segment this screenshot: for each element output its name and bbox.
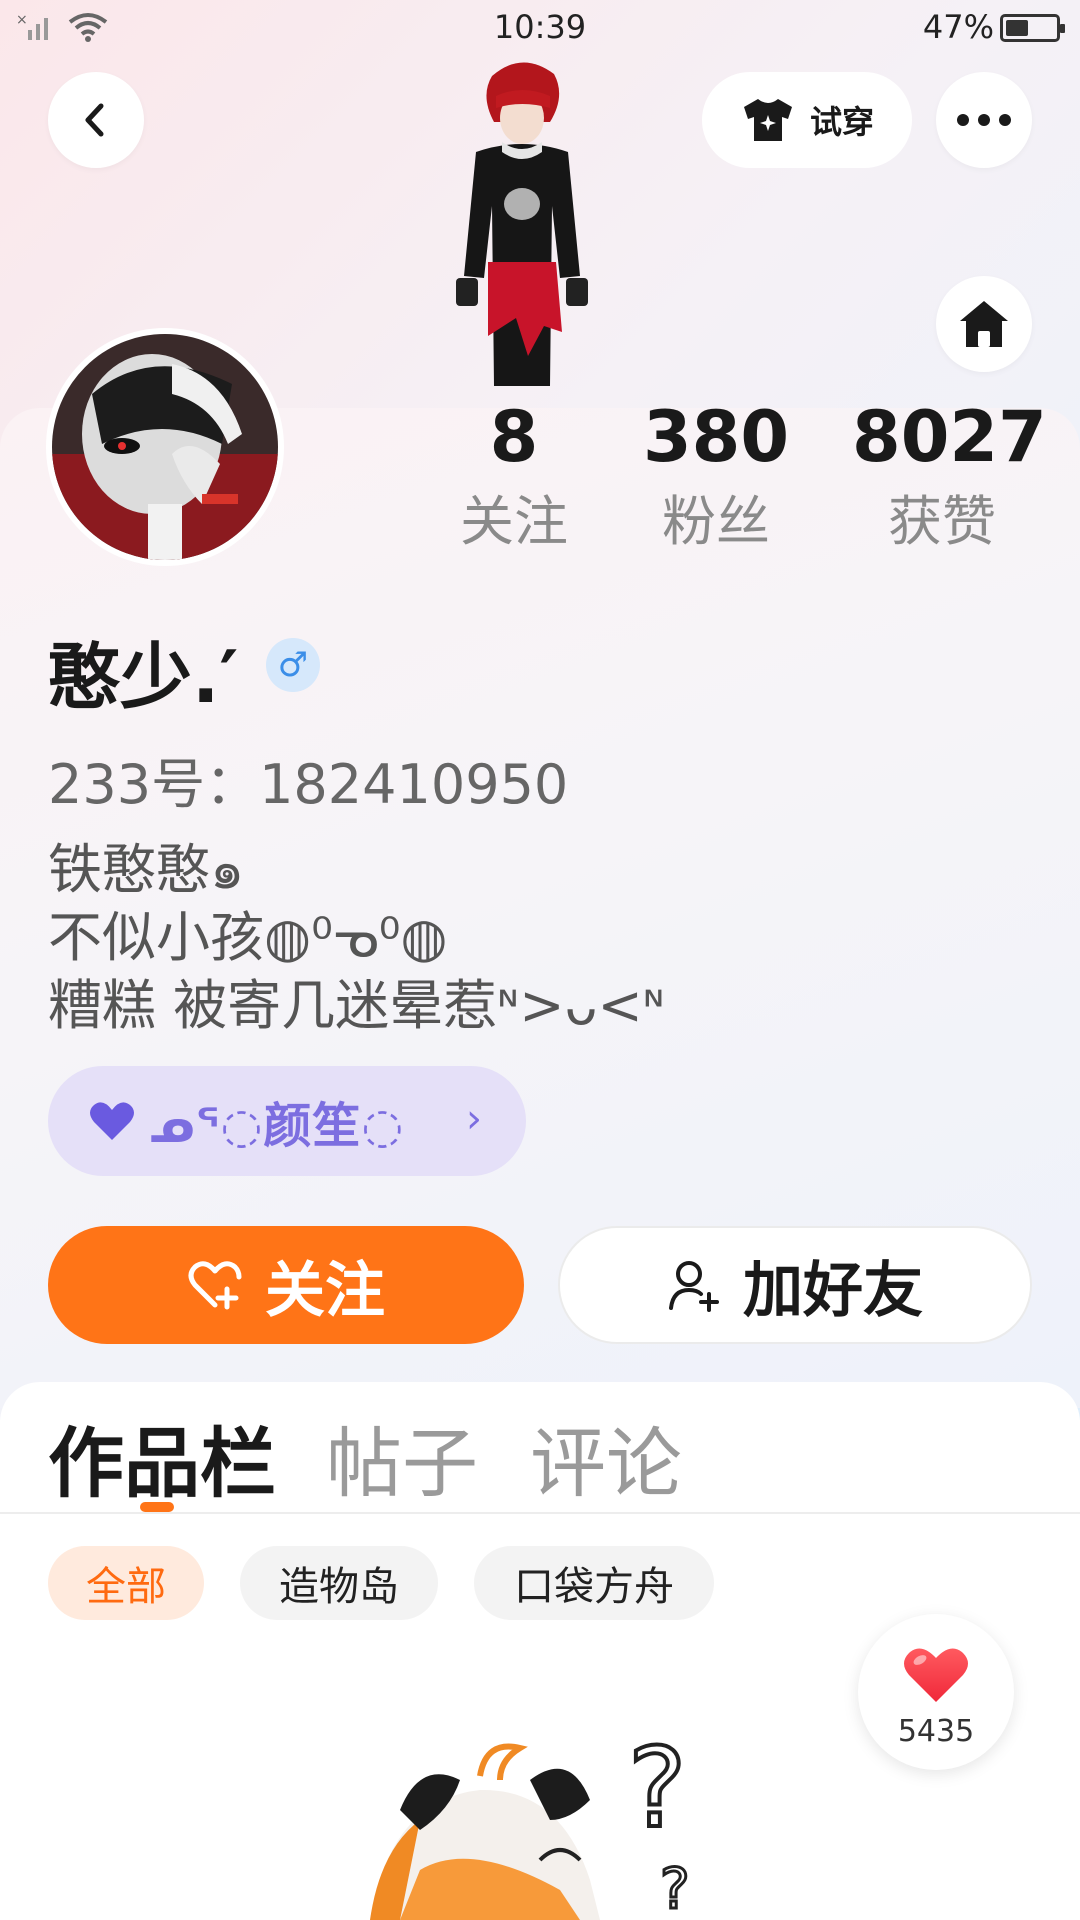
bio-line: 不似小孩◍⁰ᓀ⁰◍	[48, 906, 448, 969]
tab-works[interactable]: 作品栏	[48, 1402, 276, 1512]
male-icon: ♂	[277, 645, 309, 685]
followers-label: 粉丝	[662, 490, 770, 553]
tab-posts[interactable]: 帖子	[326, 1402, 478, 1512]
bio-line: 铁憨憨๑	[48, 838, 245, 901]
battery-icon	[1000, 14, 1065, 42]
heart-icon	[90, 1102, 134, 1140]
bio-line: 糟糕 被寄几迷晕惹ᶰ>ᴗ<ᶰ	[48, 974, 665, 1037]
badge-text: ᓄᕐ◌颜笙◌	[150, 1098, 405, 1154]
add-friend-label: 加好友	[743, 1255, 923, 1326]
filter-all[interactable]: 全部	[48, 1546, 204, 1620]
svg-text:?: ?	[660, 1857, 690, 1920]
status-bar: × 10:39 47%	[0, 0, 1080, 56]
gender-badge: ♂	[266, 638, 320, 692]
heart-plus-icon	[188, 1261, 242, 1310]
filter-pocket-ark[interactable]: 口袋方舟	[474, 1546, 714, 1620]
try-on-button[interactable]: 试穿	[702, 72, 912, 168]
add-user-icon	[669, 1261, 719, 1312]
divider	[0, 1512, 1080, 1514]
relationship-badge[interactable]: ᓄᕐ◌颜笙◌ ›	[48, 1066, 526, 1176]
more-dots-icon	[957, 114, 1011, 126]
chevron-left-icon	[85, 103, 104, 137]
tshirt-icon	[743, 99, 792, 141]
avatar[interactable]	[46, 328, 284, 566]
status-time: 10:39	[493, 8, 587, 46]
stat-followers[interactable]: 380 粉丝	[626, 392, 806, 562]
home-icon	[960, 301, 1008, 347]
home-button[interactable]	[936, 276, 1032, 372]
add-friend-button[interactable]: 加好友	[558, 1226, 1032, 1344]
likes-count: 8027	[852, 396, 1047, 478]
follow-button[interactable]: 关注	[48, 1226, 524, 1344]
heart-icon	[904, 1648, 968, 1702]
like-count: 5435	[897, 1714, 975, 1749]
user-id: 233号：182410950	[48, 753, 569, 816]
chevron-right-icon: ›	[466, 1096, 482, 1142]
empty-state-mascot: ? ?	[370, 1740, 691, 1920]
back-button[interactable]	[48, 72, 144, 168]
filter-creation-island[interactable]: 造物岛	[240, 1546, 438, 1620]
followers-count: 380	[642, 396, 790, 478]
tab-comments[interactable]: 评论	[530, 1402, 682, 1512]
username: 憨少.′	[48, 635, 239, 719]
stat-likes[interactable]: 8027 获赞	[852, 392, 1047, 562]
follow-label: 关注	[265, 1255, 385, 1326]
bio: 铁憨憨๑ 不似小孩◍⁰ᓀ⁰◍ 糟糕 被寄几迷晕惹ᶰ>ᴗ<ᶰ	[48, 836, 665, 1040]
tab-indicator	[140, 1502, 174, 1512]
stat-following[interactable]: 8 关注	[424, 392, 604, 562]
following-count: 8	[489, 396, 539, 478]
battery-percentage: 47%	[922, 8, 994, 46]
svg-text:?: ?	[628, 1740, 686, 1852]
more-options-button[interactable]	[936, 72, 1032, 168]
character-figure	[456, 62, 588, 386]
following-label: 关注	[460, 490, 568, 553]
avatar-image	[52, 334, 278, 560]
like-button[interactable]: 5435	[858, 1614, 1014, 1770]
try-on-label: 试穿	[809, 103, 874, 141]
likes-label: 获赞	[888, 490, 996, 553]
